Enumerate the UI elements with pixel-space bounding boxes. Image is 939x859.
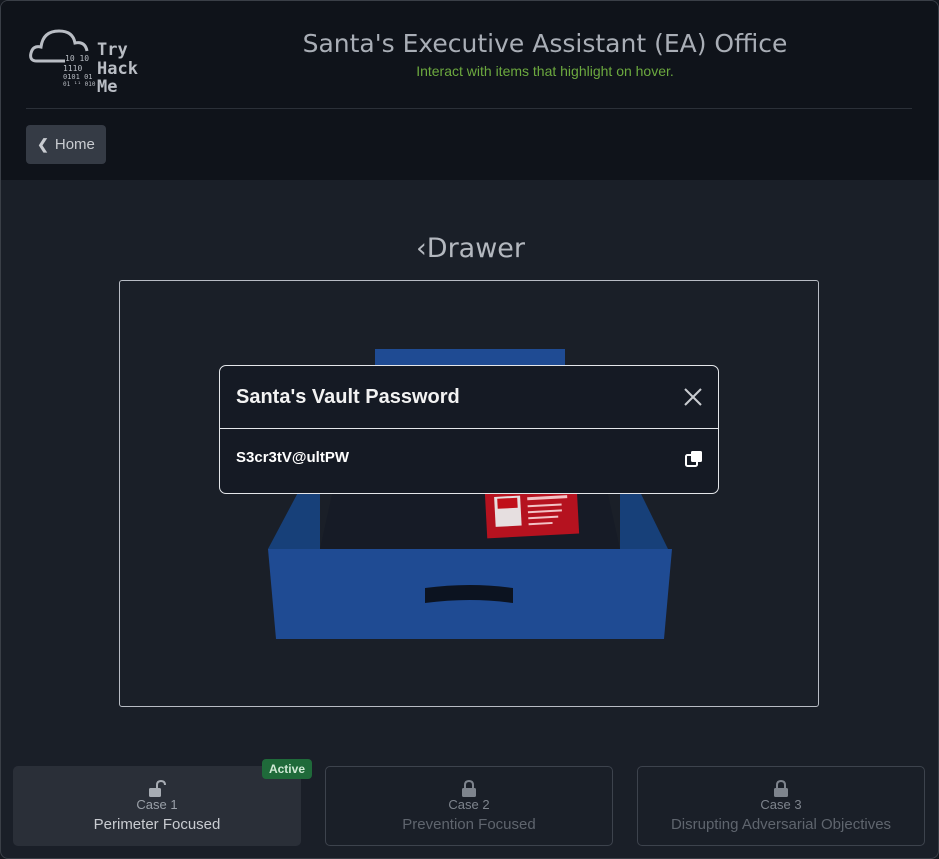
case-number: Case 3 [760,797,802,812]
logo-line-2: Hack [97,59,138,79]
modal-header: Santa's Vault Password [220,366,718,429]
case-selector: Case 1 Perimeter Focused Active Case 2 P… [13,759,925,846]
drawer-illustration [268,349,672,639]
vault-password-text: S3cr3tV@ultPW [236,449,349,466]
case-name: Disrupting Adversarial Objectives [670,816,892,833]
case-card-1[interactable]: Case 1 Perimeter Focused Active [13,759,312,846]
tryhackme-logo: 10 10 1110 0101 01 01 ¹¹ 010 Try Hack Me [29,29,138,95]
modal-title: Santa's Vault Password [236,386,460,408]
unlock-icon [149,780,166,797]
close-icon[interactable] [682,386,704,408]
svg-text:01 ¹¹ 010: 01 ¹¹ 010 [63,81,96,88]
back-chevron-icon[interactable]: ‹ [416,233,427,264]
app-window: 10 10 1110 0101 01 01 ¹¹ 010 Try Hack Me… [0,0,939,859]
logo-line-1: Try [97,40,128,60]
chevron-left-icon: ❮ [37,136,49,152]
case-number: Case 2 [448,797,490,812]
modal-body: S3cr3tV@ultPW [220,429,718,493]
lock-icon [774,780,788,797]
case-card-2[interactable]: Case 2 Prevention Focused [325,766,613,846]
password-modal: Santa's Vault Password S3cr3tV@ultPW [219,365,719,494]
case-name: Perimeter Focused [93,816,221,833]
case-name: Prevention Focused [402,816,536,833]
page-title: Santa's Executive Assistant (EA) Office [302,29,788,58]
active-badge: Active [261,759,312,779]
case-card-3[interactable]: Case 3 Disrupting Adversarial Objectives [637,766,925,846]
logo-line-3: Me [97,77,117,95]
svg-text:0101 01: 0101 01 [63,73,93,81]
header-divider [26,108,912,109]
section-title-text: Drawer [426,233,526,264]
home-button-label: Home [54,136,95,153]
svg-text:10 10: 10 10 [65,54,89,63]
svg-text:1110: 1110 [63,64,82,73]
id-card[interactable] [484,488,580,539]
section-heading: ‹Drawer [1,233,938,264]
case-number: Case 1 [136,797,178,812]
page-subtitle: Interact with items that highlight on ho… [416,63,674,79]
header: 10 10 1110 0101 01 01 ¹¹ 010 Try Hack Me… [1,1,938,180]
home-button[interactable]: ❮ Home [26,125,106,164]
lock-icon [462,780,476,797]
copy-icon[interactable] [684,449,704,469]
